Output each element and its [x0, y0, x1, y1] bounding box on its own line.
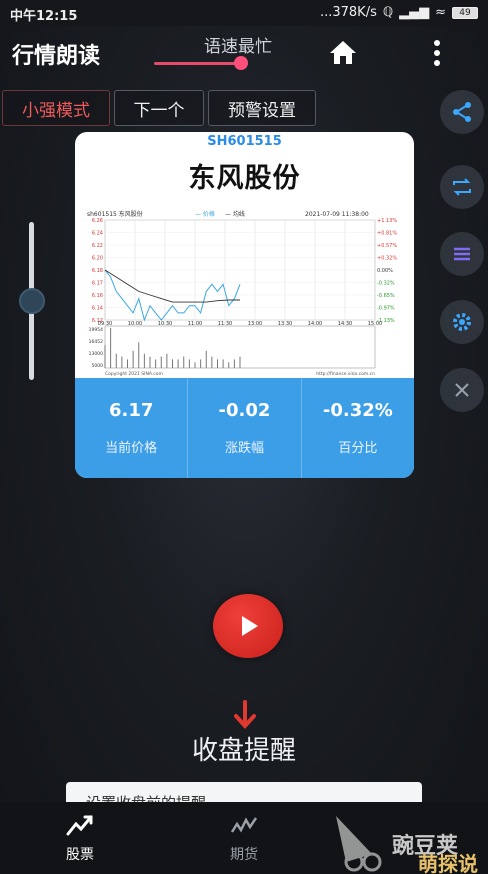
chart-y-tick-right: +0.81%	[377, 231, 397, 237]
stock-card: SH601515 东风股份 sh601515 东风股份 — 价格 — 均线 2021-…	[75, 132, 414, 478]
repeat-button[interactable]	[440, 165, 484, 209]
nav-label-futures: 期货	[230, 847, 258, 863]
volume-tick: 5000	[92, 363, 104, 369]
chart-y-tick-right: -0.65%	[377, 293, 395, 299]
chart-date: 2021-07-09 11:38:00	[305, 211, 369, 218]
price-value: 6.17	[108, 400, 154, 421]
status-bar: 中午12:15 ...378K/s ℚ ▂▄▆ ≈ 49	[0, 0, 488, 26]
chart-title: sh601515 东风股份	[87, 210, 143, 218]
wave-icon	[230, 817, 258, 833]
price-chart: sh601515 东风股份 — 价格 — 均线 2021-07-09 11:38:00…	[87, 210, 397, 377]
chart-y-tick-left: 6.12	[92, 318, 103, 324]
signal-icon: ▂▄▆	[399, 5, 430, 20]
alert-settings-button[interactable]: 预警设置	[208, 90, 316, 126]
volume-tick: 19954	[89, 327, 103, 333]
arrow-down-icon	[234, 700, 256, 729]
trend-icon	[66, 815, 93, 836]
list-button[interactable]	[440, 232, 484, 276]
chart-y-tick-right: 0.00%	[377, 268, 393, 274]
network-speed: ...378K/s	[319, 5, 377, 20]
speed-label: 语速最忙	[204, 37, 272, 57]
close-button[interactable]	[440, 368, 484, 412]
chart-series-line	[104, 269, 240, 303]
stock-code: SH601515	[207, 134, 282, 149]
chart-y-tick-left: 6.26	[92, 218, 103, 224]
app-header: 行情朗读 语速最忙	[0, 26, 488, 84]
percent-label: 百分比	[338, 441, 378, 456]
chart-y-tick-left: 6.22	[92, 243, 103, 249]
chart-y-tick-left: 6.20	[92, 256, 103, 262]
list-icon	[454, 247, 470, 261]
strong-mode-button[interactable]: 小强模式	[2, 90, 110, 126]
volume-tick: 13000	[89, 351, 103, 357]
stock-stats: 6.17 当前价格 -0.02 涨跌幅 -0.32% 百分比	[75, 378, 414, 478]
battery-icon: 49	[452, 6, 478, 19]
chart-y-tick-right: +1.13%	[377, 218, 397, 224]
chart-legend-avg: — 均线	[225, 210, 245, 218]
more-icon[interactable]	[428, 38, 446, 68]
status-indicators: ...378K/s ℚ ▂▄▆ ≈ 49	[320, 5, 478, 20]
chart-y-tick-left: 6.17	[92, 281, 103, 287]
repeat-icon	[453, 178, 471, 196]
price-label: 当前价格	[105, 441, 158, 456]
stock-name: 东风股份	[188, 163, 301, 194]
volume-slider-knob[interactable]	[19, 288, 45, 314]
change-value: -0.02	[218, 400, 271, 421]
chart-y-tick-left: 6.18	[92, 268, 103, 274]
chart-y-tick-right: -0.32%	[377, 281, 395, 287]
speed-slider-knob[interactable]	[234, 56, 249, 70]
next-button[interactable]: 下一个	[114, 90, 204, 126]
change-stat: -0.02 涨跌幅	[188, 378, 302, 478]
bluetooth-icon: ℚ	[382, 5, 394, 20]
home-icon[interactable]	[328, 38, 358, 66]
close-icon	[455, 383, 469, 397]
chart-y-tick-right: -1.13%	[377, 318, 395, 324]
settings-button[interactable]	[440, 300, 484, 344]
percent-value: -0.32%	[322, 400, 393, 421]
play-icon	[242, 616, 258, 636]
gear-icon	[453, 313, 471, 331]
nav-item-stocks[interactable]: 股票	[40, 812, 120, 864]
volume-tick: 16452	[89, 339, 103, 345]
price-stat: 6.17 当前价格	[75, 378, 189, 478]
chart-y-tick-right: -0.97%	[377, 306, 395, 312]
section-title: 收盘提醒	[191, 736, 296, 766]
chart-source: http://finance.sina.com.cn	[316, 371, 375, 377]
speed-slider-track[interactable]	[154, 62, 246, 65]
nav-item-futures[interactable]: 期货	[204, 812, 284, 864]
share-button[interactable]	[440, 90, 484, 134]
chart-y-tick-left: 6.14	[92, 306, 103, 312]
nav-label-stocks: 股票	[66, 847, 94, 863]
chart-y-tick-right: +0.57%	[377, 243, 397, 249]
wifi-icon: ≈	[435, 5, 446, 20]
chart-y-tick-right: +0.32%	[377, 256, 397, 262]
status-time: 中午12:15	[10, 9, 78, 24]
chart-y-tick-left: 6.24	[92, 231, 103, 237]
play-button[interactable]	[213, 594, 283, 658]
watermark-text-2: 萌探说	[418, 852, 478, 874]
share-icon	[453, 102, 471, 122]
app-title: 行情朗读	[12, 44, 101, 69]
chart-y-tick-left: 6.16	[92, 293, 103, 299]
percent-stat: -0.32% 百分比	[302, 378, 414, 478]
change-label: 涨跌幅	[224, 441, 264, 456]
chart-legend-price: — 价格	[195, 210, 215, 218]
chart-copyright: Copyright 2021 SINA.com	[105, 371, 163, 377]
